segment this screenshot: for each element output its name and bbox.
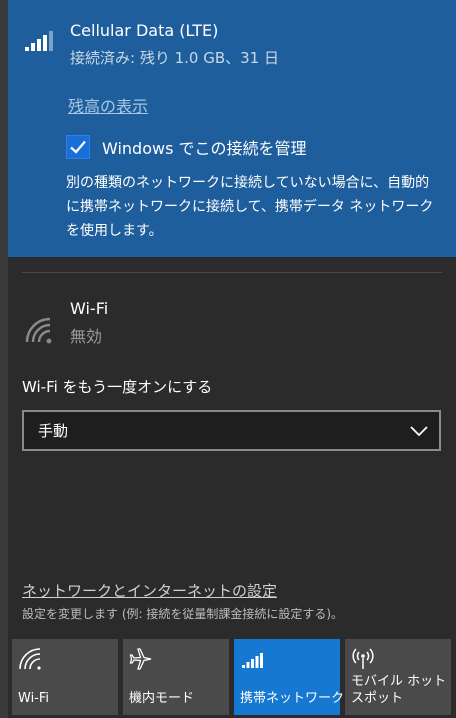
manage-connection-checkbox-row[interactable]: Windows でこの接続を管理	[66, 134, 307, 160]
checkmark-icon	[70, 140, 86, 154]
signal-bars-icon	[25, 31, 53, 51]
wifi-status: 無効	[70, 327, 103, 346]
wifi-name: Wi-Fi	[70, 299, 109, 318]
wifi-turn-on-label: Wi-Fi をもう一度オンにする	[22, 378, 213, 396]
chevron-down-icon	[410, 425, 428, 436]
signal-bars-icon	[242, 653, 263, 668]
network-flyout: Cellular Data (LTE) 接続済み: 残り 1.0 GB、31 日…	[0, 0, 456, 718]
divider	[22, 272, 442, 273]
quick-action-tiles: Wi-Fi 機内モード 携帯ネットワーク モバイル ホットスポット	[12, 639, 456, 715]
tile-wifi-label: Wi-Fi	[18, 691, 50, 706]
cellular-connection-panel[interactable]: Cellular Data (LTE) 接続済み: 残り 1.0 GB、31 日…	[8, 0, 456, 257]
wifi-turn-on-select[interactable]: 手動	[22, 410, 441, 451]
manage-connection-checkbox[interactable]	[66, 135, 90, 159]
tile-airplane-mode[interactable]: 機内モード	[123, 639, 229, 715]
tile-mobile-hotspot[interactable]: モバイル ホットスポット	[345, 639, 451, 715]
wifi-icon	[25, 317, 52, 344]
tile-mobile-hotspot-label: モバイル ホットスポット	[351, 674, 447, 706]
cellular-name: Cellular Data (LTE)	[70, 21, 219, 40]
tile-wifi[interactable]: Wi-Fi	[12, 639, 118, 715]
cellular-status: 接続済み: 残り 1.0 GB、31 日	[70, 49, 279, 67]
manage-connection-description: 別の種類のネットワークに接続していない場合に、自動的に携帯ネットワークに接続して…	[66, 175, 434, 239]
tile-cellular-label: 携帯ネットワーク	[240, 691, 345, 706]
tile-cellular[interactable]: 携帯ネットワーク	[234, 639, 344, 715]
network-settings-description: 設定を変更します (例: 接続を従量制課金接続に設定する)。	[22, 607, 344, 621]
view-balance-link[interactable]: 残高の表示	[68, 93, 148, 117]
network-settings-link[interactable]: ネットワークとインターネットの設定	[22, 580, 277, 601]
wifi-turn-on-value: 手動	[38, 422, 69, 440]
hotspot-icon	[352, 648, 374, 669]
wifi-icon	[19, 648, 41, 670]
manage-connection-label: Windows でこの接続を管理	[102, 139, 307, 158]
tile-airplane-mode-label: 機内モード	[129, 691, 195, 706]
airplane-icon	[129, 648, 152, 670]
flyout-edge	[0, 0, 8, 718]
